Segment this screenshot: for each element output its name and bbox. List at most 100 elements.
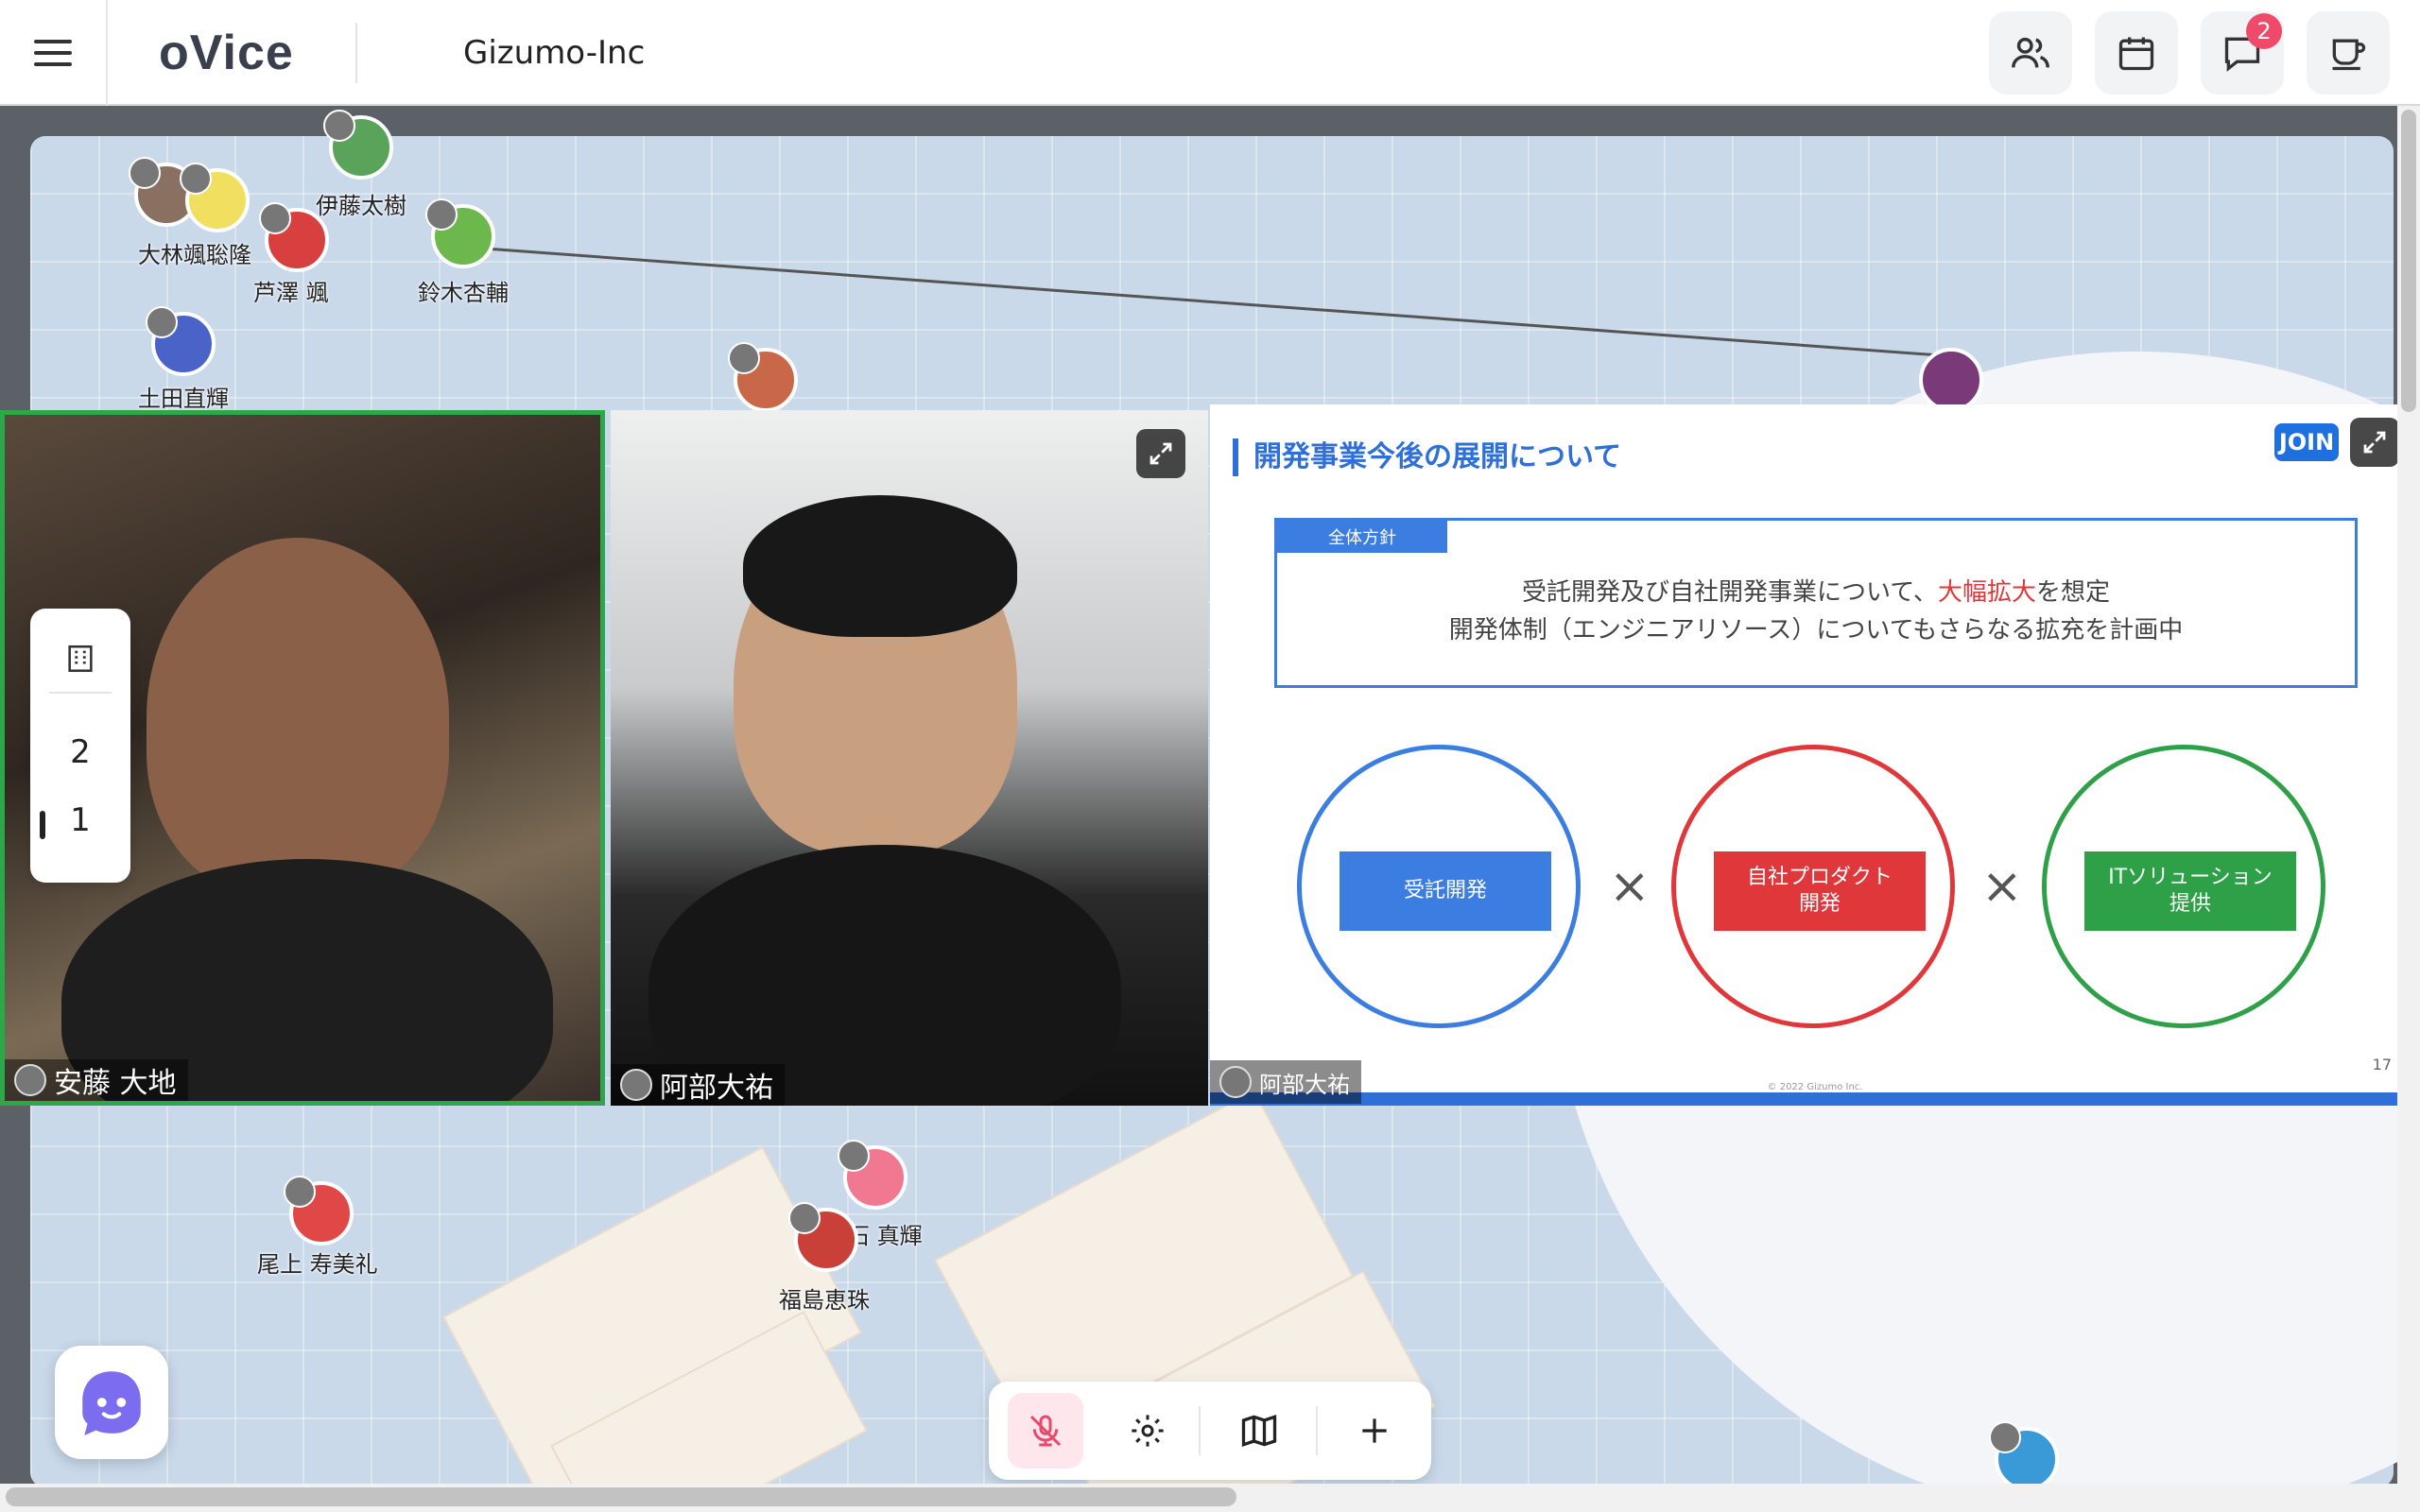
times-symbol: × <box>1981 858 2023 915</box>
policy-highlight: 大幅拡大 <box>1937 578 2036 607</box>
avatar <box>1219 1066 1252 1098</box>
user-avatar[interactable] <box>180 163 250 232</box>
mic-muted-icon <box>425 198 458 231</box>
coffee-icon <box>2332 39 2366 71</box>
slide-title: 開発事業今後の展開について <box>1233 438 1621 476</box>
current-floor-indicator <box>40 811 45 839</box>
mic-muted-icon <box>728 342 760 374</box>
user-avatar[interactable] <box>284 1176 354 1246</box>
horizontal-scroll-thumb[interactable] <box>6 1487 1236 1506</box>
coffee-button[interactable] <box>2307 11 2390 94</box>
mic-off-icon <box>1029 1415 1062 1447</box>
video-tile[interactable]: 阿部大祐 <box>611 410 1208 1106</box>
expand-button[interactable] <box>2350 418 2399 467</box>
user-avatar[interactable] <box>838 1140 908 1210</box>
slide-copyright: © 2022 Gizumo Inc. <box>1767 1082 1863 1092</box>
circle-label: ITソリューション 提供 <box>2084 851 2296 931</box>
user-avatar[interactable] <box>323 110 393 180</box>
avatar <box>620 1069 652 1101</box>
mic-muted-icon <box>284 1176 316 1208</box>
mic-muted-icon <box>323 110 355 142</box>
chat-badge: 2 <box>2246 13 2282 49</box>
video-label-name: 安藤 大地 <box>54 1067 177 1100</box>
user-avatar[interactable] <box>1989 1421 2059 1484</box>
user-name: 土田直輝 <box>138 386 229 412</box>
add-icon <box>1362 1418 1387 1443</box>
user-avatar[interactable] <box>146 306 216 376</box>
floor-selector-divider <box>49 692 112 694</box>
organization-name: Gizumo-Inc <box>463 34 646 72</box>
video-person-hair <box>743 495 1017 637</box>
calendar-button[interactable] <box>2095 11 2178 94</box>
circle-label: 自社プロダクト 開発 <box>1714 851 1926 931</box>
toolbar-divider <box>1316 1406 1318 1455</box>
map-icon <box>1241 1415 1277 1447</box>
toolbar-divider <box>1199 1406 1201 1455</box>
app-logo: oVice <box>159 26 294 80</box>
chat-button[interactable]: 2 <box>2201 11 2284 94</box>
building-icon <box>68 644 93 673</box>
user-avatar[interactable] <box>1919 348 1983 412</box>
mic-muted-icon <box>838 1140 870 1172</box>
mic-muted-icon <box>259 202 291 234</box>
members-icon <box>2012 37 2049 68</box>
circle-contract-dev: 受託開発 <box>1297 745 1581 1028</box>
circle-product-dev: 自社プロダクト 開発 <box>1671 745 1955 1028</box>
mic-muted-icon <box>788 1202 821 1234</box>
expand-icon <box>2363 431 2386 454</box>
presenter-label: 阿部大祐 <box>1210 1060 1361 1104</box>
floor-selector-icon-wrap <box>30 643 130 683</box>
mic-toggle-button[interactable] <box>1008 1393 1083 1469</box>
user-name: 大林颯聡隆 <box>138 242 251 268</box>
user-avatar[interactable] <box>728 342 798 412</box>
floor-selector: 2 1 <box>30 609 130 883</box>
top-bar: oVice Gizumo-Inc 2 <box>0 0 2420 106</box>
video-label: 安藤 大地 <box>5 1059 188 1101</box>
policy-tag: 全体方針 <box>1277 521 1447 553</box>
shared-screen[interactable]: 開発事業今後の展開について JOIN 全体方針 受託開発及び自社開発事業について… <box>1210 404 2420 1106</box>
vertical-scroll-thumb[interactable] <box>2401 110 2416 412</box>
settings-button[interactable] <box>1110 1393 1185 1469</box>
bottom-toolbar <box>989 1382 1431 1480</box>
map-button[interactable] <box>1221 1393 1297 1469</box>
members-button[interactable] <box>1989 11 2072 94</box>
mic-muted-icon <box>180 163 212 195</box>
presenter-name: 阿部大祐 <box>1259 1071 1350 1098</box>
user-avatar[interactable] <box>425 198 495 268</box>
user-name: 福島恵珠 <box>779 1287 870 1314</box>
user-avatar[interactable] <box>259 202 329 272</box>
floor-item-2[interactable]: 2 <box>30 733 130 771</box>
user-avatar[interactable] <box>788 1202 858 1272</box>
circle-label: 受託開発 <box>1340 851 1551 931</box>
video-label-name: 阿部大祐 <box>660 1072 773 1105</box>
slide-footer-bar <box>1210 1092 2420 1106</box>
slide-page-number: 17 <box>2372 1056 2392 1074</box>
expand-button[interactable] <box>1136 429 1185 478</box>
video-person <box>147 538 449 897</box>
policy-line1-b: を想定 <box>2035 578 2110 607</box>
policy-line2: 開発体制（エンジニアリソース）についてもさらなる拡充を計画中 <box>1448 616 2184 644</box>
calendar-icon <box>2118 37 2154 71</box>
circle-it-solution: ITソリューション 提供 <box>2042 745 2325 1028</box>
add-button[interactable] <box>1337 1393 1412 1469</box>
hamburger-icon <box>34 40 72 66</box>
video-label: 阿部大祐 <box>611 1064 785 1106</box>
mic-muted-icon <box>129 157 161 189</box>
settings-icon <box>1132 1415 1164 1447</box>
times-symbol: × <box>1609 858 1651 915</box>
avatar <box>14 1064 46 1096</box>
header-divider <box>355 23 357 83</box>
menu-button[interactable] <box>0 0 108 106</box>
user-name: 鈴木杏輔 <box>418 280 509 306</box>
join-button[interactable]: JOIN <box>2274 423 2339 461</box>
mic-muted-icon <box>146 306 178 338</box>
policy-line1-a: 受託開発及び自社開発事業について、 <box>1522 578 1938 607</box>
user-name: 伊藤太樹 <box>316 193 406 219</box>
user-name: 芦澤 颯 <box>253 280 329 306</box>
mic-muted-icon <box>1989 1421 2021 1453</box>
expand-icon <box>1150 442 1172 465</box>
policy-text: 受託開発及び自社開発事業について、大幅拡大を想定 開発体制（エンジニアリソース）… <box>1277 574 2355 649</box>
policy-box: 全体方針 受託開発及び自社開発事業について、大幅拡大を想定 開発体制（エンジニア… <box>1274 518 2358 688</box>
ghost-assistant-icon <box>82 1371 141 1435</box>
assistant-button[interactable] <box>55 1346 168 1459</box>
